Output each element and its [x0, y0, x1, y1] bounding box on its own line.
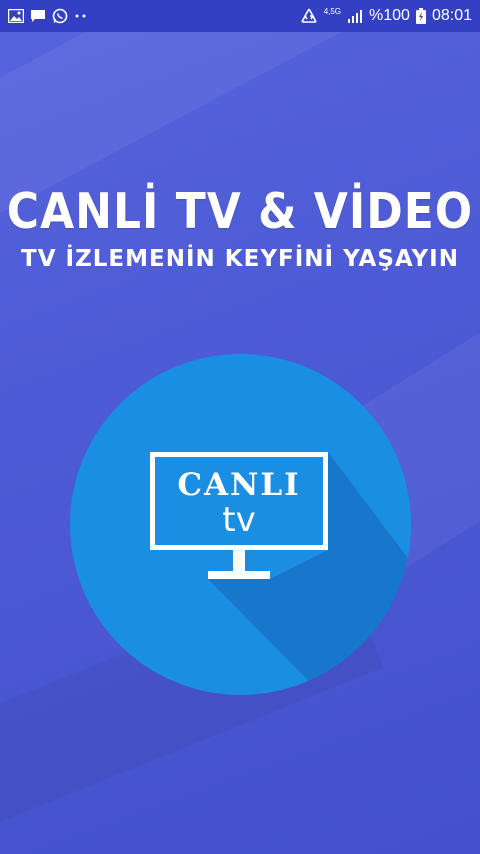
status-bar: 4,5G %100 08:01 [0, 0, 480, 32]
tv-stand-base [208, 571, 270, 579]
network-type-label: 4,5G [323, 7, 342, 16]
logo-text-canli: CANLI [177, 467, 301, 503]
clock: 08:01 [431, 7, 472, 24]
logo-text-tv: tv [222, 500, 256, 540]
message-icon [30, 9, 46, 23]
tv-stand-neck [233, 550, 245, 572]
status-bar-notifications [8, 8, 88, 24]
image-icon [8, 9, 24, 23]
app-logo: CANLI tv [70, 354, 411, 695]
tv-screen-icon: CANLI tv [150, 452, 328, 550]
splash-screen: 4,5G %100 08:01 CANLİ TV & VİDEO TV İZLE… [0, 0, 480, 854]
more-dots-icon [74, 13, 88, 19]
data-saver-icon [300, 8, 318, 24]
whatsapp-icon [52, 8, 68, 24]
battery-percent: %100 [369, 7, 410, 24]
app-title: CANLİ TV & VİDEO [6, 183, 474, 241]
battery-charging-icon [415, 8, 426, 24]
app-subtitle: TV İZLEMENİN KEYFİNİ YAŞAYIN [21, 246, 459, 272]
signal-icon [347, 9, 363, 23]
status-bar-system: 4,5G %100 08:01 [300, 7, 472, 25]
